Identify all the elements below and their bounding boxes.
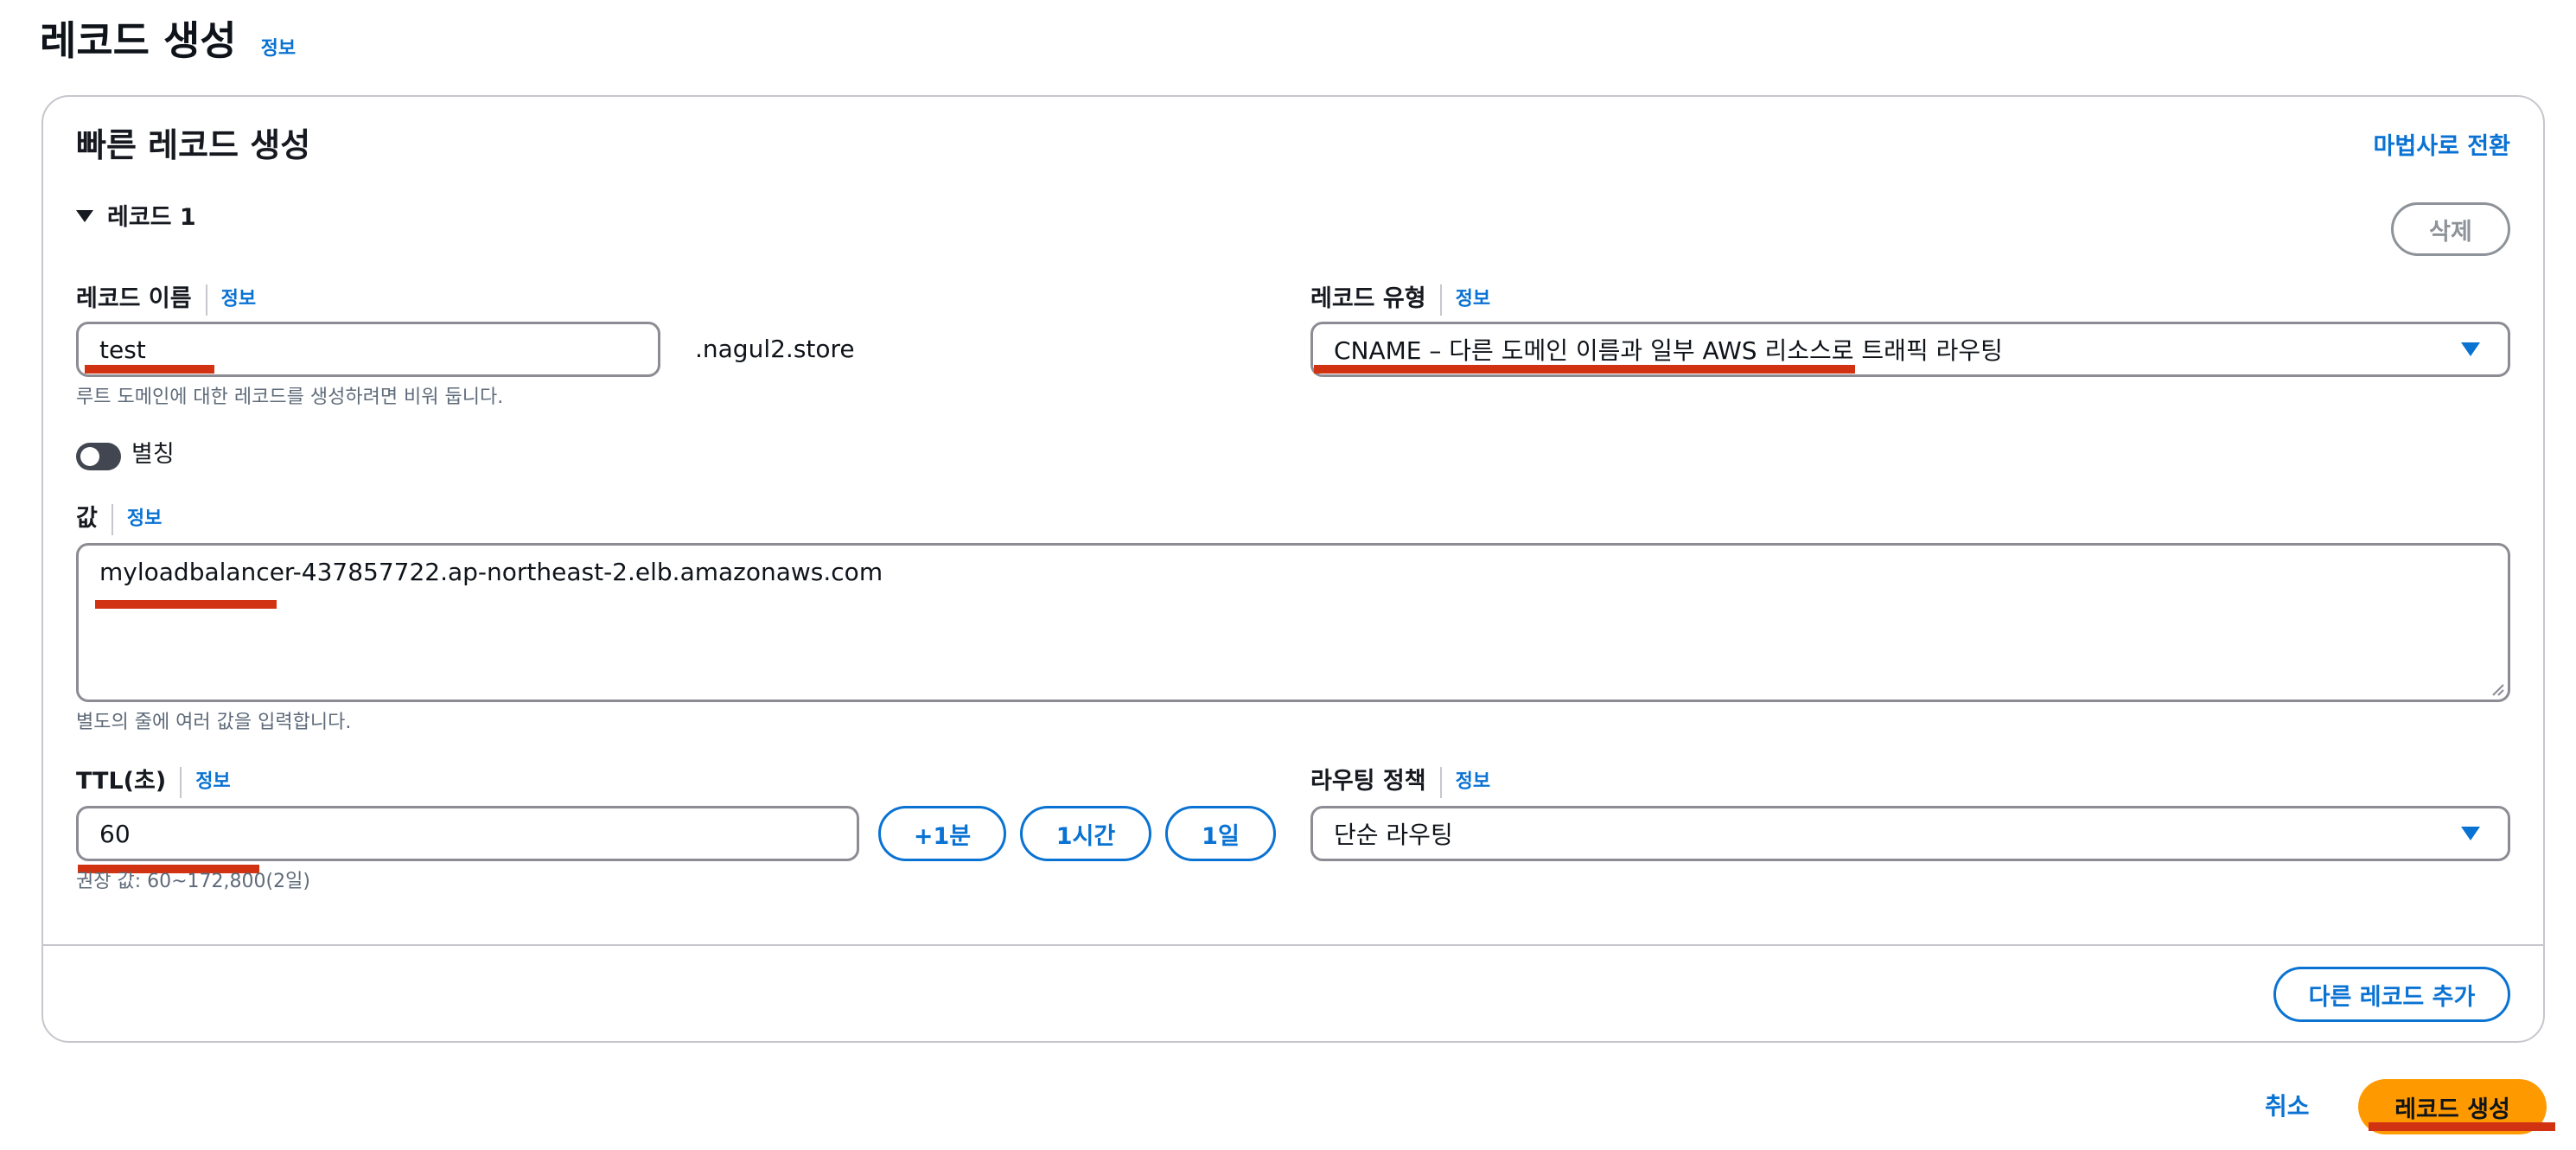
dropdown-arrow-icon [2461,342,2480,356]
record-name-hint: 루트 도메인에 대한 레코드를 생성하려면 비워 둡니다. [76,387,504,408]
page-title: 레코드 생성 정보 [40,17,296,64]
toggle-knob [80,447,99,466]
domain-suffix: .nagul2.store [695,335,855,363]
ttl-plus-1min-button[interactable]: +1분 [878,806,1006,861]
cancel-button[interactable]: 취소 [2265,1089,2310,1124]
caret-down-icon [76,209,93,222]
delete-button[interactable]: 삭제 [2391,202,2510,256]
ttl-1hour-button[interactable]: 1시간 [1020,806,1151,861]
page-info-link[interactable]: 정보 [261,38,296,60]
annotation-underline [2369,1122,2555,1131]
annotation-underline [95,600,277,609]
value-text: myloadbalancer-437857722.ap-northeast-2.… [99,558,883,586]
record-1-toggle[interactable]: 레코드 1 [76,201,196,235]
alias-label: 별칭 [131,441,175,468]
value-hint: 별도의 줄에 여러 값을 입력합니다. [76,712,352,733]
annotation-underline [85,365,214,374]
resize-handle-icon[interactable] [2490,682,2504,696]
ttl-value: 60 [99,819,131,848]
value-label: 값 정보 [76,502,162,537]
routing-policy-label: 라우팅 정책 정보 [1310,764,1490,800]
ttl-info-link[interactable]: 정보 [195,771,230,793]
ttl-label: TTL(초) 정보 [76,764,231,800]
ttl-input[interactable]: 60 [76,806,859,861]
dropdown-arrow-icon [2461,827,2480,840]
add-another-record-button[interactable]: 다른 레코드 추가 [2273,967,2510,1022]
panel-divider [43,944,2543,946]
switch-to-wizard-link[interactable]: 마법사로 전환 [2374,130,2510,164]
alias-toggle[interactable] [76,443,121,470]
value-textarea[interactable]: myloadbalancer-437857722.ap-northeast-2.… [76,543,2510,702]
record-type-selected-value: CNAME – 다른 도메인 이름과 일부 AWS 리소스로 트래픽 라우팅 [1334,336,2003,365]
routing-policy-selected-value: 단순 라우팅 [1334,821,1453,849]
routing-policy-select[interactable]: 단순 라우팅 [1310,806,2510,861]
ttl-1day-button[interactable]: 1일 [1165,806,1276,861]
routing-policy-info-link[interactable]: 정보 [1456,771,1490,793]
annotation-underline [1314,365,1855,374]
record-name-info-link[interactable]: 정보 [221,289,256,310]
panel-title: 빠른 레코드 생성 [76,126,311,164]
record-name-value: test [99,335,146,364]
ttl-hint: 권장 값: 60~172,800(2일) [76,871,310,892]
record-1-heading: 레코드 1 [107,204,196,231]
record-type-info-link[interactable]: 정보 [1456,289,1490,310]
record-name-label: 레코드 이름 정보 [76,282,256,317]
record-type-label: 레코드 유형 정보 [1310,282,1490,317]
value-info-link[interactable]: 정보 [127,508,162,530]
